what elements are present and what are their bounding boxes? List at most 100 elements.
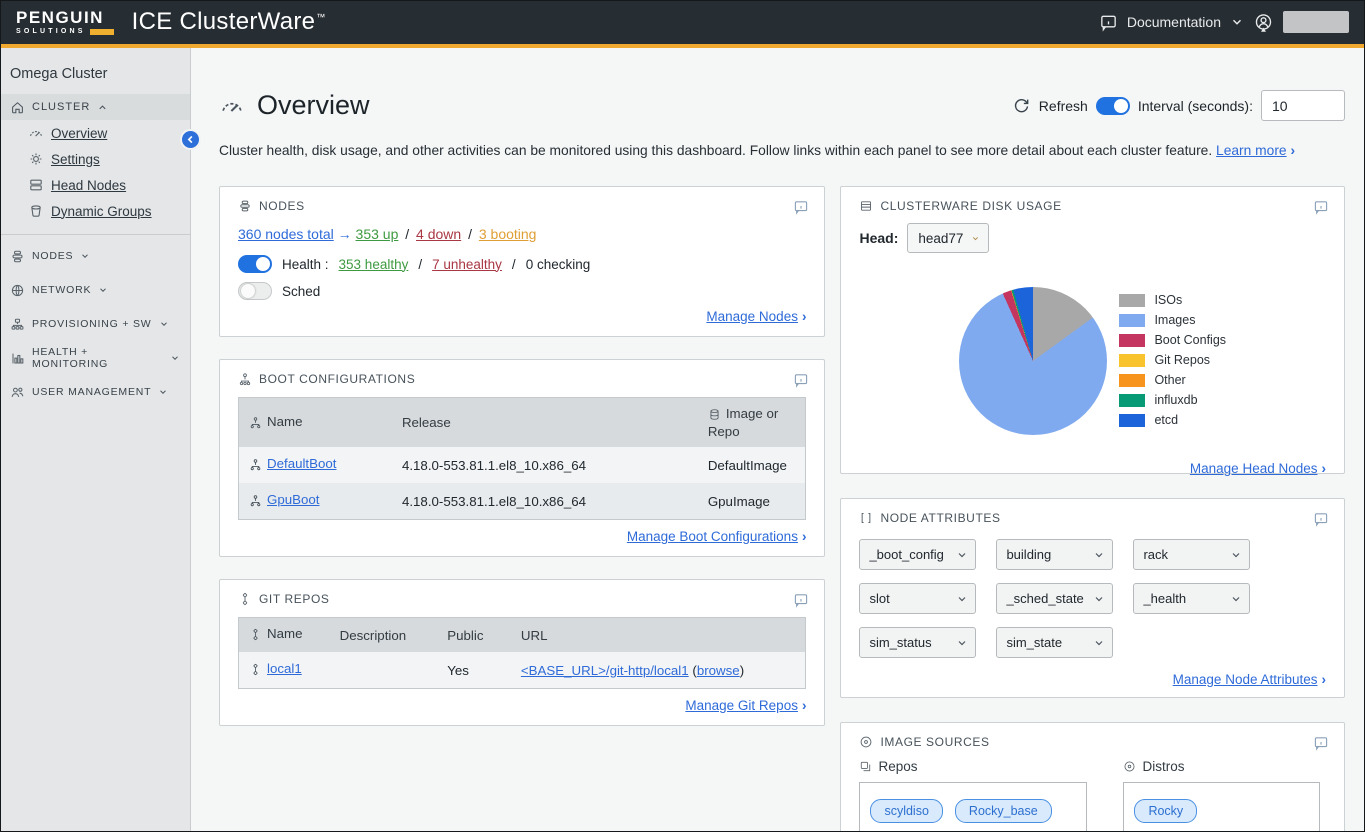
refresh-toggle[interactable]: [1096, 97, 1130, 115]
chevron-down-icon: [971, 232, 980, 245]
health-label: Health :: [282, 257, 329, 272]
doc-help-icon[interactable]: [1313, 199, 1329, 220]
image-sources-panel: IMAGE SOURCES Repos scyldisoRocky_base: [840, 722, 1345, 832]
learn-more-link[interactable]: Learn more: [1216, 143, 1287, 158]
legend-label: Images: [1154, 313, 1195, 327]
sidebar-item-label: Overview: [51, 126, 107, 141]
user-icon[interactable]: [1253, 12, 1274, 33]
git-branch-icon: [238, 592, 252, 606]
panel-title: GIT REPOS: [259, 592, 330, 606]
table-row: GpuBoot4.18.0-553.81.1.el8_10.x86_64GpuI…: [239, 483, 805, 519]
gold-accent-stripe: [0, 44, 1365, 48]
distro-pill[interactable]: Rocky: [1134, 799, 1197, 823]
manage-nodes-link[interactable]: Manage Nodes: [706, 309, 798, 324]
attribute-select-slot[interactable]: slot: [859, 583, 976, 614]
column-header: Release: [392, 398, 698, 447]
doc-help-icon[interactable]: [1313, 511, 1329, 532]
image-cell: GpuImage: [698, 483, 806, 519]
brand-sub: SOLUTIONS: [16, 28, 86, 35]
repo-pill[interactable]: scyldiso: [870, 799, 942, 823]
attribute-select-health[interactable]: _health: [1133, 583, 1250, 614]
sidebar-collapse-button[interactable]: [180, 129, 201, 150]
repo-public: Yes: [437, 652, 511, 688]
repo-description: [330, 652, 438, 688]
chevron-right-icon: ›: [1290, 143, 1295, 158]
sched-toggle[interactable]: [238, 282, 272, 300]
trademark: ™: [316, 12, 325, 22]
chevron-down-icon: [170, 353, 180, 363]
attribute-select-sched_state[interactable]: _sched_state: [996, 583, 1113, 614]
attribute-select-sim_status[interactable]: sim_status: [859, 627, 976, 658]
repo-url-link[interactable]: <BASE_URL>/git-http/local1: [521, 663, 689, 678]
sidebar-item-head-nodes[interactable]: Head Nodes: [0, 172, 190, 198]
boot-config-link[interactable]: DefaultBoot: [267, 456, 336, 471]
attribute-value: _sched_state: [1006, 591, 1083, 606]
sidebar-group-label: USER MANAGEMENT: [32, 386, 151, 398]
logo-gold-bar: [90, 29, 114, 35]
boot-config-icon: [249, 494, 262, 507]
repo-browse-link[interactable]: browse: [697, 663, 740, 678]
panel-title: NODES: [259, 199, 305, 213]
sidebar-group-provisioning-sw[interactable]: PROVISIONING + SW: [0, 311, 190, 337]
manage-node-attributes-link[interactable]: Manage Node Attributes: [1173, 672, 1318, 687]
chevron-right-icon: ›: [802, 309, 807, 324]
documentation-icon: [1099, 13, 1118, 32]
attribute-select-boot_config[interactable]: _boot_config: [859, 539, 976, 570]
manage-head-nodes-link[interactable]: Manage Head Nodes: [1190, 461, 1318, 476]
separator: /: [468, 226, 472, 242]
sidebar-group-network[interactable]: NETWORK: [0, 277, 190, 303]
attribute-value: _health: [1143, 591, 1186, 606]
sidebar-group-health-monitoring[interactable]: HEALTH + MONITORING: [0, 345, 190, 371]
sidebar-divider: [0, 234, 190, 235]
sched-label: Sched: [282, 284, 320, 299]
healthy-link[interactable]: 353 healthy: [339, 257, 409, 272]
main-content: Overview Refresh Interval (seconds): Clu…: [192, 48, 1365, 832]
unhealthy-link[interactable]: 7 unhealthy: [432, 257, 502, 272]
manage-git-repos-link[interactable]: Manage Git Repos: [685, 698, 798, 713]
pie-legend: ISOsImagesBoot ConfigsGit ReposOtherinfl…: [1119, 293, 1226, 427]
sidebar-section-label: CLUSTER: [32, 101, 90, 113]
sidebar-section-cluster[interactable]: CLUSTER: [0, 94, 190, 120]
sidebar-group-label: PROVISIONING + SW: [32, 318, 152, 330]
chevron-down-icon[interactable]: [1230, 15, 1244, 29]
sidebar-group-user-management[interactable]: USER MANAGEMENT: [0, 379, 190, 405]
nodes-booting-link[interactable]: 3 booting: [479, 226, 537, 242]
sidebar-group-nodes[interactable]: NODES: [0, 243, 190, 269]
legend-swatch: [1119, 334, 1145, 347]
git-repo-link[interactable]: local1: [267, 661, 302, 676]
page-description: Cluster health, disk usage, and other ac…: [219, 143, 1345, 158]
boot-config-link[interactable]: GpuBoot: [267, 492, 320, 507]
nodes-icon: [238, 199, 252, 213]
repo-pill[interactable]: Rocky_base: [955, 799, 1052, 823]
legend-item: influxdb: [1119, 393, 1226, 407]
sidebar-item-overview[interactable]: Overview: [0, 120, 190, 146]
users-icon: [10, 385, 25, 400]
head-node-select[interactable]: head77: [907, 223, 989, 253]
documentation-link[interactable]: Documentation: [1127, 14, 1221, 30]
doc-help-icon[interactable]: [793, 592, 809, 613]
health-toggle[interactable]: [238, 255, 272, 273]
doc-help-icon[interactable]: [793, 372, 809, 393]
attribute-value: rack: [1143, 547, 1168, 562]
sidebar-item-dynamic-groups[interactable]: Dynamic Groups: [0, 198, 190, 224]
nodes-up-link[interactable]: 353 up: [356, 226, 399, 242]
manage-boot-configurations-link[interactable]: Manage Boot Configurations: [627, 529, 798, 544]
attribute-select-rack[interactable]: rack: [1133, 539, 1250, 570]
interval-input[interactable]: [1261, 90, 1345, 121]
attribute-select-building[interactable]: building: [996, 539, 1113, 570]
nodes-total-link[interactable]: 360 nodes total: [238, 226, 334, 242]
distros-icon: [1123, 760, 1136, 773]
nodes-down-link[interactable]: 4 down: [416, 226, 461, 242]
boot-configurations-panel: BOOT CONFIGURATIONS Name Release Image o…: [219, 359, 825, 557]
attribute-select-sim_state[interactable]: sim_state: [996, 627, 1113, 658]
boot-configurations-table: Name Release Image or Repo DefaultBoot4.…: [239, 398, 805, 519]
sidebar-item-label: Settings: [51, 152, 100, 167]
doc-help-icon[interactable]: [1313, 735, 1329, 756]
legend-swatch: [1119, 394, 1145, 407]
brand-name: PENGUIN: [16, 9, 114, 26]
image-cell: DefaultImage: [698, 447, 806, 483]
panel-title: BOOT CONFIGURATIONS: [259, 372, 415, 386]
sidebar-item-settings[interactable]: Settings: [0, 146, 190, 172]
chevron-right-icon: ›: [802, 529, 807, 544]
doc-help-icon[interactable]: [793, 199, 809, 220]
